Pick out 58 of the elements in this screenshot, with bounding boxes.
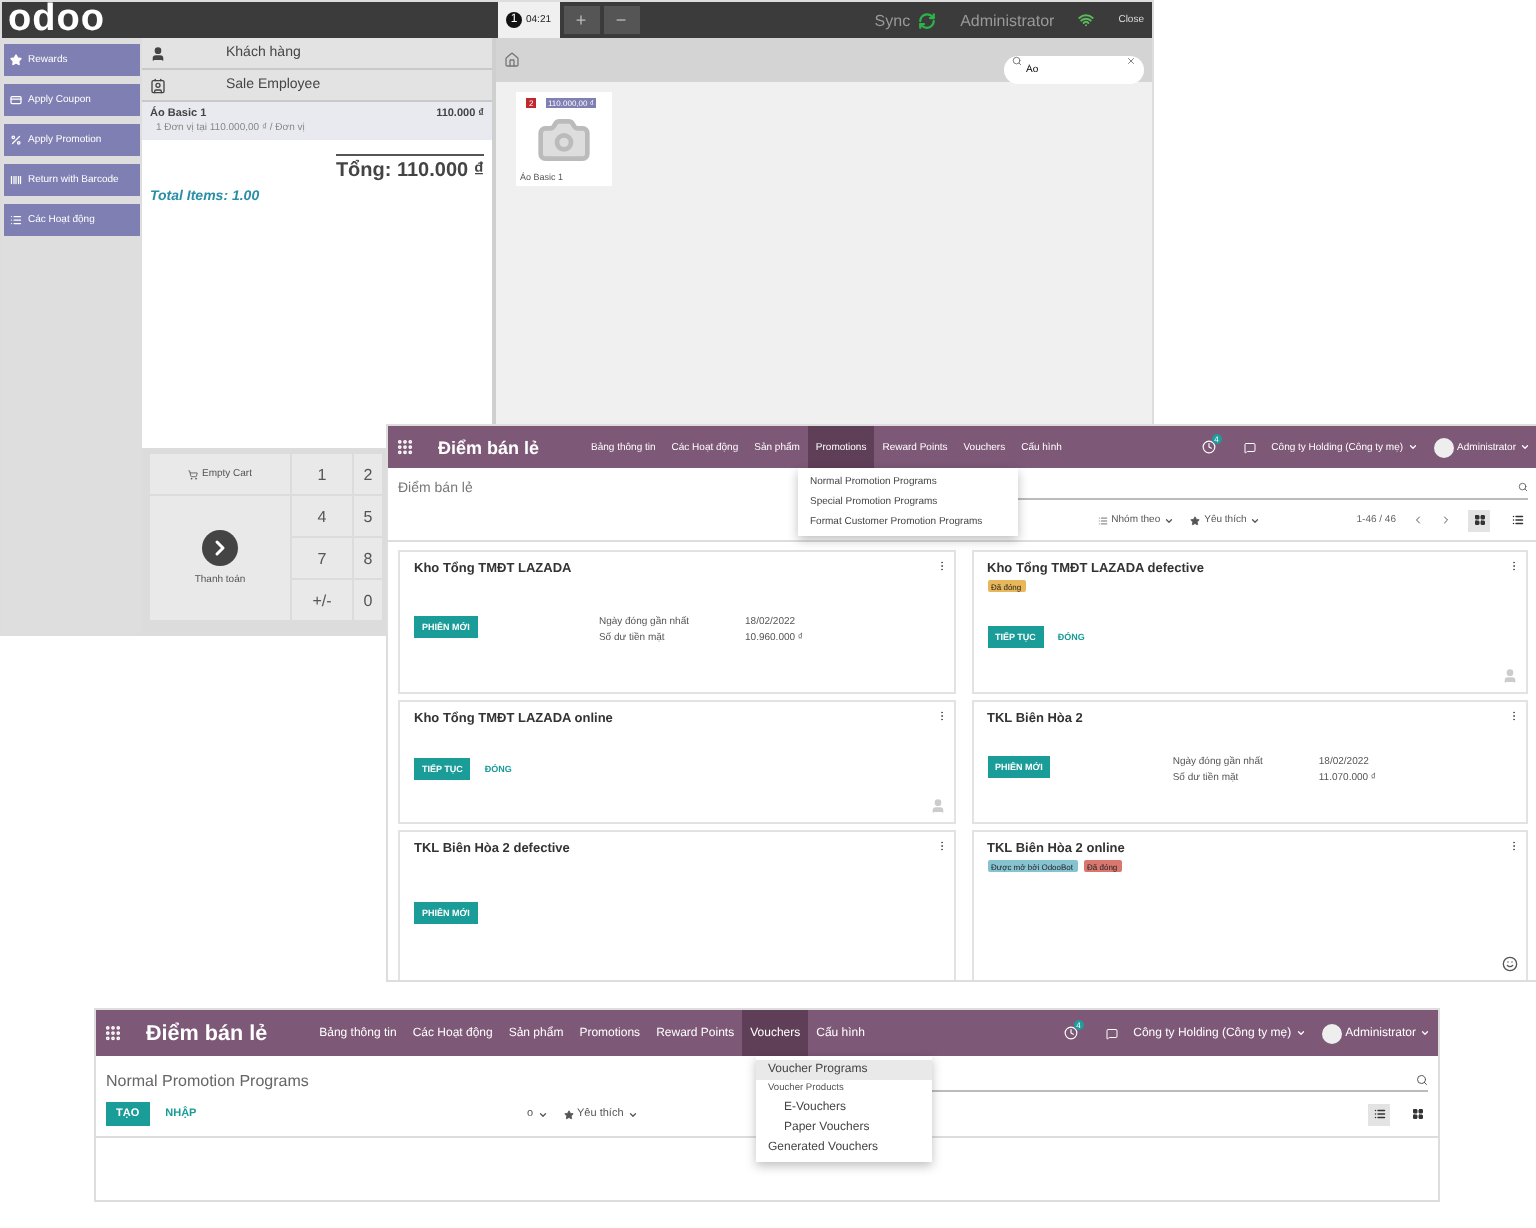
star-icon: [1190, 515, 1201, 525]
star-icon: [10, 54, 22, 66]
caret-icon: [1250, 515, 1261, 525]
caret-icon: [1407, 442, 1418, 452]
numpad-key[interactable]: 5: [354, 496, 382, 536]
clock-icon: [1201, 440, 1216, 454]
numpad-key[interactable]: 2: [354, 454, 382, 494]
contact-card-icon: [150, 77, 166, 93]
list-icon: [1511, 514, 1523, 526]
remove-order-button[interactable]: −: [603, 6, 640, 34]
apps-menu-icon[interactable]: [104, 1024, 122, 1042]
card-icon: [10, 94, 22, 106]
cart-icon: [187, 469, 198, 479]
search-icon: [1518, 482, 1528, 492]
numpad-key[interactable]: +/-: [292, 580, 352, 620]
kanban-view-button[interactable]: [1468, 509, 1490, 531]
percent-icon: [10, 134, 22, 146]
caret-icon: [537, 1109, 548, 1119]
smiley-icon[interactable]: [1502, 956, 1518, 972]
numpad-key[interactable]: 4: [292, 496, 352, 536]
numpad-key[interactable]: 0: [354, 580, 382, 620]
app-title: Điểm bán lẻ: [146, 1021, 268, 1045]
search-icon: [1012, 55, 1022, 65]
grid-icon: [1473, 514, 1485, 526]
wifi-icon: [1078, 12, 1095, 28]
numpad-key[interactable]: 7: [292, 538, 352, 578]
list-view-button[interactable]: [1368, 1103, 1390, 1125]
list-icon: [1097, 515, 1108, 525]
caret-icon: [627, 1109, 638, 1119]
odoo-logo: odoo: [6, 2, 107, 38]
user-icon: [150, 45, 166, 61]
sync-label: Sync: [874, 11, 911, 29]
home-icon[interactable]: [504, 52, 520, 68]
chat-icon[interactable]: [1105, 1027, 1118, 1039]
sync-icon[interactable]: [918, 11, 937, 29]
apps-menu-icon[interactable]: [396, 438, 414, 456]
chat-icon[interactable]: [1243, 441, 1256, 453]
grid-icon: [1411, 1108, 1423, 1120]
add-order-button[interactable]: +: [563, 6, 600, 34]
clock-icon: [1063, 1026, 1078, 1040]
caret-icon: [1164, 515, 1175, 525]
list-icon: [10, 214, 22, 226]
caret-icon: [1520, 442, 1530, 452]
list-icon: [1373, 1108, 1385, 1120]
user-name: Administrator: [960, 11, 1055, 29]
search-icon: [1416, 1073, 1428, 1085]
caret-icon: [1420, 1028, 1430, 1038]
avatar-icon: [1433, 437, 1454, 457]
numpad-key[interactable]: 1: [292, 454, 352, 494]
star-icon: [563, 1109, 574, 1119]
barcode-icon: [10, 174, 22, 186]
caret-icon: [1295, 1028, 1306, 1038]
avatar-icon: [1321, 1023, 1342, 1043]
app-title: Điểm bán lẻ: [438, 437, 540, 457]
arrow-circle-icon: [202, 530, 238, 566]
numpad-key[interactable]: 8: [354, 538, 382, 578]
page-title: Normal Promotion Programs: [106, 1071, 309, 1089]
order-total: Tổng: 110.000 ₫: [335, 154, 484, 182]
